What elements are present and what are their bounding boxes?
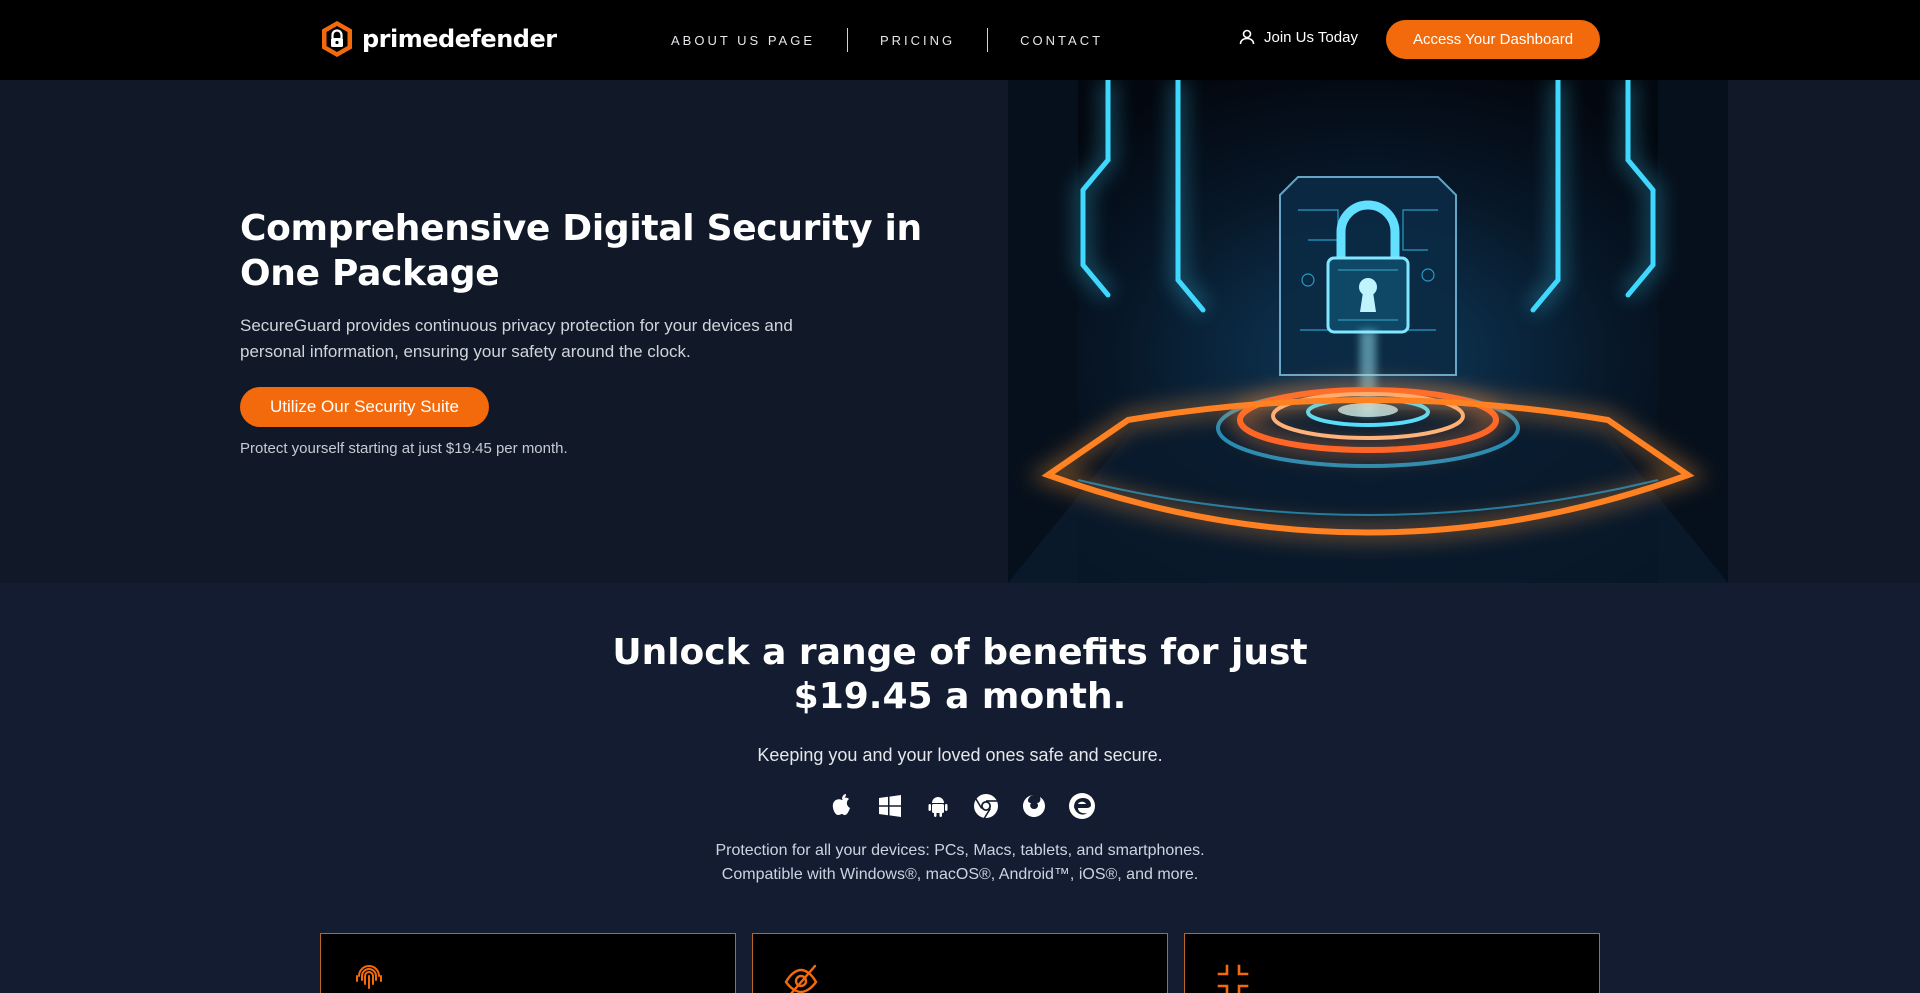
hero-title: Comprehensive Digital Security in One Pa… xyxy=(240,208,922,294)
compatibility-text: Protection for all your devices: PCs, Ma… xyxy=(560,839,1360,887)
nav-link-pricing[interactable]: PRICING xyxy=(848,33,987,48)
hero-price-note: Protect yourself starting at just $19.45… xyxy=(240,440,568,457)
brand-logo[interactable]: primedefender xyxy=(320,20,557,58)
android-icon xyxy=(924,792,952,820)
access-dashboard-button[interactable]: Access Your Dashboard xyxy=(1386,20,1600,59)
benefits-title: Unlock a range of benefits for just $19.… xyxy=(612,632,1308,717)
hero-image xyxy=(1008,80,1728,583)
feature-cards xyxy=(320,933,1600,993)
user-icon xyxy=(1239,29,1255,45)
apple-icon xyxy=(828,792,856,820)
top-navbar: primedefender ABOUT US PAGE PRICING CONT… xyxy=(0,0,1920,80)
join-label: Join Us Today xyxy=(1264,28,1358,46)
brand-name: primedefender xyxy=(362,25,557,53)
platform-icons xyxy=(828,792,1096,820)
edge-icon xyxy=(1068,792,1096,820)
feature-card-compact[interactable] xyxy=(1184,933,1600,993)
nav-link-about[interactable]: ABOUT US PAGE xyxy=(671,33,847,48)
feature-card-fingerprint[interactable] xyxy=(320,933,736,993)
windows-icon xyxy=(876,792,904,820)
feature-card-privacy[interactable] xyxy=(752,933,1168,993)
chrome-icon xyxy=(972,792,1000,820)
neon-padlock-illustration-icon xyxy=(1008,80,1728,583)
hero-section: Comprehensive Digital Security in One Pa… xyxy=(0,80,1920,583)
nav-link-contact[interactable]: CONTACT xyxy=(988,33,1135,48)
benefits-section: Unlock a range of benefits for just $19.… xyxy=(0,583,1920,993)
fingerprint-icon xyxy=(356,965,382,989)
eye-off-icon xyxy=(784,964,818,993)
firefox-icon xyxy=(1020,792,1048,820)
hero-description: SecureGuard provides continuous privacy … xyxy=(240,316,793,361)
benefits-subtitle: Keeping you and your loved ones safe and… xyxy=(757,745,1163,765)
shield-lock-logo-icon xyxy=(322,21,352,57)
main-nav: ABOUT US PAGE PRICING CONTACT xyxy=(671,28,1135,52)
join-link[interactable]: Join Us Today xyxy=(1238,28,1358,46)
security-suite-button[interactable]: Utilize Our Security Suite xyxy=(240,387,489,427)
compatibility-line-devices: Protection for all your devices: PCs, Ma… xyxy=(715,842,1205,859)
shrink-icon xyxy=(1217,964,1249,993)
compatibility-line-os: Compatible with Windows®, macOS®, Androi… xyxy=(721,866,1199,883)
